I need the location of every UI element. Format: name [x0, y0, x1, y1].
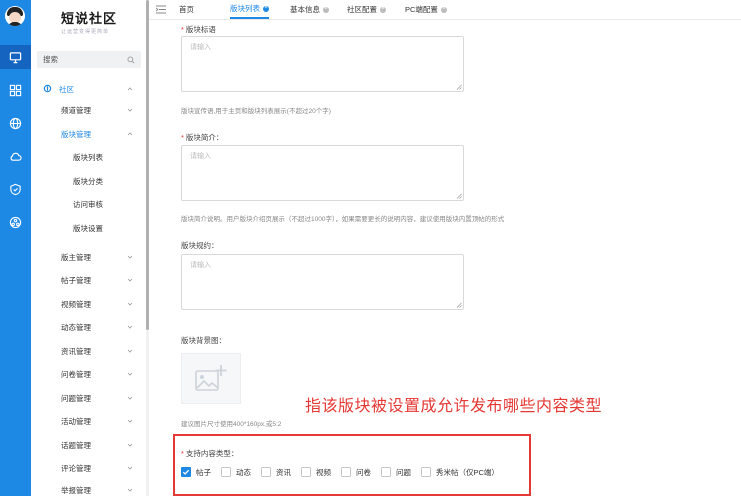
- rules-textarea[interactable]: 请输入: [181, 254, 464, 310]
- rail-monitor-icon[interactable]: [0, 45, 31, 69]
- sidebar-item-questions[interactable]: 问题管理: [31, 388, 147, 408]
- bg-label: 版块背景图：: [181, 336, 226, 345]
- type-checkbox-feed[interactable]: 动态: [221, 467, 251, 478]
- tab-board-list[interactable]: 版块列表: [230, 0, 269, 19]
- chevron-down-icon: [127, 108, 133, 112]
- intro-hint: 版块简介说明。用户版块介绍页展示（不超过1000字），如果需要更长的说明内容，建…: [181, 216, 505, 223]
- chevron-down-icon: [127, 255, 133, 259]
- sidebar-subitem-board-category[interactable]: 版块分类: [31, 171, 147, 191]
- sidebar-item-moderator[interactable]: 版主管理: [31, 247, 147, 267]
- intro-textarea[interactable]: 请输入: [181, 145, 464, 201]
- chevron-down-icon: [127, 443, 133, 447]
- type-checkbox-survey[interactable]: 问卷: [341, 467, 371, 478]
- sidebar-item-posts[interactable]: 帖子管理: [31, 270, 147, 290]
- chevron-down-icon: [127, 372, 133, 376]
- brand-title: 短说社区: [61, 12, 118, 27]
- type-checkbox-video[interactable]: 视频: [301, 467, 331, 478]
- rail-cloud-icon[interactable]: [0, 144, 31, 168]
- checkbox[interactable]: [221, 467, 231, 477]
- rules-label: 版块规约：: [181, 241, 219, 250]
- resize-grip-icon[interactable]: [456, 193, 462, 199]
- sidebar-group-label: 社区: [59, 84, 74, 94]
- slogan-hint: 版块宣传语,用于主页和版块列表展示(不超过20个字): [181, 108, 331, 115]
- sidebar-item-videos[interactable]: 视频管理: [31, 294, 147, 314]
- main-content: * 版块标语 请输入 版块宣传语,用于主页和版块列表展示(不超过20个字) * 版块…: [149, 20, 741, 496]
- sidebar-item-feeds[interactable]: 动态管理: [31, 317, 147, 337]
- content-types-group: 帖子 动态 资讯 视频 问卷 问题 秀米帖（仅PC端）: [181, 466, 509, 478]
- chevron-down-icon: [127, 278, 133, 282]
- checkbox[interactable]: [341, 467, 351, 477]
- sidebar-item-news[interactable]: 资讯管理: [31, 341, 147, 361]
- image-upload[interactable]: [181, 353, 241, 404]
- menu-toggle-icon[interactable]: [156, 5, 166, 14]
- brand-logo: 短说社区 让运营变得更简单: [61, 8, 117, 35]
- close-icon[interactable]: [380, 4, 386, 14]
- sidebar-item-reports[interactable]: 举报管理: [31, 480, 147, 496]
- chevron-down-icon: [127, 325, 133, 329]
- chevron-up-icon: [127, 87, 133, 91]
- close-icon[interactable]: [263, 3, 269, 13]
- checkbox[interactable]: [421, 467, 431, 477]
- resize-grip-icon[interactable]: [456, 302, 462, 308]
- tab-community-config[interactable]: 社区配置: [347, 0, 386, 19]
- close-icon[interactable]: [440, 4, 447, 14]
- checkbox-checked[interactable]: [181, 467, 191, 477]
- type-checkbox-post[interactable]: 帖子: [181, 467, 211, 478]
- rail-grid-icon[interactable]: [0, 78, 31, 102]
- slogan-textarea[interactable]: 请输入: [181, 36, 464, 92]
- type-checkbox-xiumi[interactable]: 秀米帖（仅PC端）: [421, 467, 499, 478]
- checkbox[interactable]: [301, 467, 311, 477]
- sidebar-group-community[interactable]: 社区: [31, 79, 147, 99]
- sidebar-item-board-manage[interactable]: 版块管理: [31, 124, 147, 144]
- sidebar-item-topics[interactable]: 话题管理: [31, 435, 147, 455]
- close-icon[interactable]: [323, 4, 329, 14]
- sidebar: 短说社区 让运营变得更简单 搜索 社区 频道管理 版块管理 版块列表 版块分类 …: [31, 0, 147, 496]
- tab-home[interactable]: 首页: [179, 0, 194, 19]
- checkbox[interactable]: [381, 467, 391, 477]
- sidebar-item-surveys[interactable]: 问卷管理: [31, 364, 147, 384]
- chevron-down-icon: [127, 302, 133, 306]
- checkbox[interactable]: [261, 467, 271, 477]
- sidebar-item-channel[interactable]: 频道管理: [31, 100, 147, 120]
- chevron-up-icon: [127, 132, 133, 136]
- rail-share-icon[interactable]: [0, 210, 31, 234]
- brand-subtitle: 让运营变得更简单: [61, 29, 110, 35]
- chevron-down-icon: [127, 396, 133, 400]
- type-checkbox-news[interactable]: 资讯: [261, 467, 291, 478]
- rail-shield-icon[interactable]: [0, 177, 31, 201]
- annotation-text: 指该版块被设置成允许发布哪些内容类型: [305, 396, 603, 415]
- sidebar-subitem-board-settings[interactable]: 版块设置: [31, 218, 147, 238]
- sidebar-subitem-board-list[interactable]: 版块列表: [31, 147, 147, 167]
- tab-basic-info[interactable]: 基本信息: [290, 0, 329, 19]
- sidebar-search[interactable]: 搜索: [37, 51, 141, 68]
- bg-hint: 建议图片尺寸使用400*160px,或5:2: [181, 421, 282, 428]
- sidebar-item-events[interactable]: 活动管理: [31, 411, 147, 431]
- icon-rail: [0, 0, 31, 496]
- search-icon: [127, 56, 135, 64]
- slogan-label: * 版块标语: [181, 25, 216, 34]
- avatar[interactable]: [5, 6, 25, 26]
- intro-label: * 版块简介：: [181, 133, 224, 142]
- annotation-highlight-box: [173, 434, 531, 496]
- search-label: 搜索: [43, 55, 58, 64]
- image-add-icon: [195, 364, 227, 391]
- sidebar-subitem-access-review[interactable]: 访问审核: [31, 194, 147, 214]
- chevron-down-icon: [127, 488, 133, 492]
- type-checkbox-question[interactable]: 问题: [381, 467, 411, 478]
- tab-pc-config[interactable]: PC端配置: [405, 0, 447, 19]
- sidebar-item-comments[interactable]: 评论管理: [31, 458, 147, 478]
- tab-bar: 首页 版块列表 基本信息 社区配置 PC端配置: [149, 0, 741, 20]
- chevron-down-icon: [127, 419, 133, 423]
- chevron-down-icon: [127, 466, 133, 470]
- check-icon: [182, 469, 190, 475]
- rail-globe-icon[interactable]: [0, 111, 31, 135]
- community-icon: [43, 84, 52, 93]
- types-label: * 支持内容类型：: [181, 449, 239, 458]
- chevron-down-icon: [127, 349, 133, 353]
- resize-grip-icon[interactable]: [456, 84, 462, 90]
